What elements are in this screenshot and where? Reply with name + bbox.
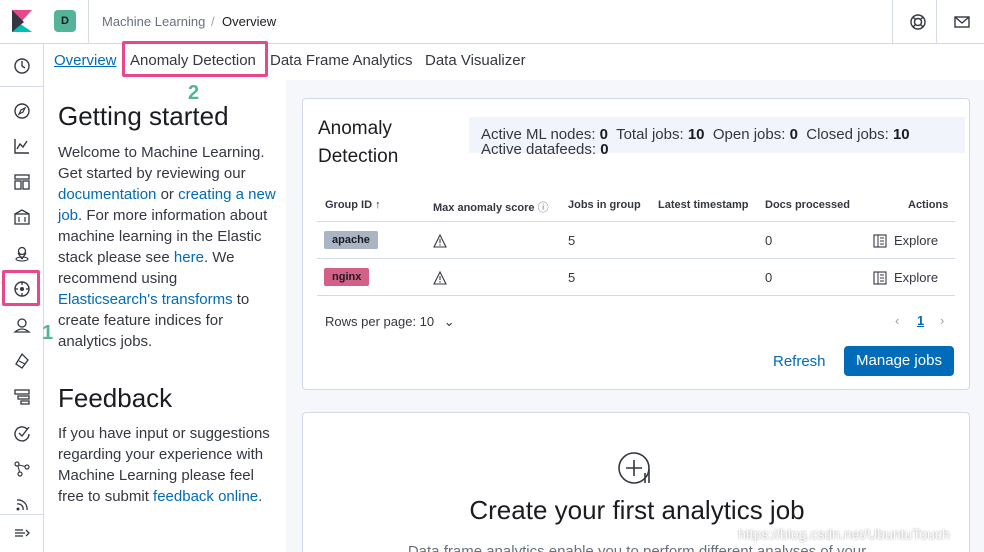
anomaly-panel-title: Anomaly Detection — [318, 118, 399, 167]
tab-overview[interactable]: Overview — [54, 52, 117, 69]
breadcrumb-machine-learning[interactable]: Machine Learning — [102, 14, 205, 29]
col-group-id-label: Group ID — [325, 199, 373, 211]
open-jobs-label: Open jobs: — [712, 126, 786, 143]
or-text: or — [160, 186, 174, 203]
tab-data-frame-analytics[interactable]: Data Frame Analytics — [270, 52, 413, 69]
documentation-link[interactable]: documentation — [58, 186, 156, 203]
nav-divider — [0, 86, 44, 87]
breadcrumb-overview: Overview — [222, 14, 277, 29]
infrastructure-icon[interactable] — [11, 314, 33, 336]
col-latest-timestamp: Latest timestamp — [658, 199, 749, 211]
rows-per-page-label: Rows per page: 10 — [325, 314, 435, 329]
closed-jobs-label: Closed jobs: — [806, 126, 889, 143]
col-max-anomaly-label: Max anomaly score — [433, 202, 535, 214]
analytics-empty-description: Data frame analytics enable you to perfo… — [407, 543, 867, 552]
manage-jobs-button[interactable]: Manage jobs — [844, 346, 954, 376]
left-column: Getting started Welcome to Machine Learn… — [44, 80, 286, 552]
nav-divider — [0, 514, 44, 515]
recent-icon[interactable] — [11, 55, 33, 77]
explore-action[interactable]: Explore — [894, 233, 938, 248]
maps-icon[interactable] — [11, 242, 33, 264]
breadcrumb-separator: / — [211, 14, 215, 29]
here-link[interactable]: here — [174, 249, 204, 266]
more-info-text: . For more information about machine lea… — [58, 207, 268, 266]
table-icon[interactable] — [873, 234, 887, 248]
watermark-text: https://blog.csdn.net/UbuntuTouch — [738, 526, 950, 542]
discover-icon[interactable] — [11, 100, 33, 122]
dashboard-icon[interactable] — [11, 171, 33, 193]
canvas-icon[interactable] — [11, 206, 33, 228]
anomaly-tab-highlight — [122, 41, 268, 77]
closed-jobs-value: 10 — [892, 126, 910, 143]
feedback-title: Feedback — [58, 383, 173, 413]
side-nav — [0, 44, 44, 552]
space-avatar[interactable]: D — [54, 10, 76, 32]
analytics-add-icon — [618, 452, 650, 484]
anomaly-detection-panel: Anomaly Detection Active ML nodes: 0 Tot… — [302, 98, 970, 390]
active-datafeeds-value: 0 — [600, 141, 609, 158]
warning-icon — [433, 234, 447, 248]
sort-arrow-up-icon: ↑ — [375, 199, 381, 211]
analytics-empty-title: Create your first analytics job — [469, 495, 805, 525]
rows-per-page-select[interactable]: Rows per page: 10 ⌄ — [325, 314, 455, 330]
help-icon[interactable] — [906, 10, 930, 34]
col-jobs-in-group: Jobs in group — [568, 199, 641, 211]
col-max-anomaly-score: Max anomaly score ⓘ — [433, 199, 549, 215]
group-badge-nginx: nginx — [324, 268, 370, 286]
table-header-divider — [317, 221, 955, 222]
next-page-chevron-icon[interactable]: › — [940, 313, 944, 328]
mail-icon[interactable] — [950, 10, 974, 34]
feedback-text: If you have input or suggestions regardi… — [58, 423, 280, 507]
feedback-link[interactable]: feedback online — [153, 488, 258, 505]
docs-processed-value: 0 — [765, 270, 773, 285]
getting-started-title: Getting started — [58, 101, 229, 131]
group-badge-apache: apache — [324, 231, 378, 249]
welcome-text: Welcome to Machine Learning. Get started… — [58, 144, 265, 182]
feedback-end: . — [258, 488, 263, 505]
col-actions: Actions — [908, 199, 949, 211]
table-row-divider — [317, 295, 955, 296]
jobs-in-group-value: 5 — [568, 270, 576, 285]
logs-icon[interactable] — [11, 350, 33, 372]
header-divider — [892, 0, 893, 44]
collapse-icon[interactable] — [11, 522, 33, 544]
kibana-logo[interactable] — [12, 10, 32, 32]
warning-icon — [433, 271, 447, 285]
visualize-icon[interactable] — [11, 135, 33, 157]
table-icon[interactable] — [873, 271, 887, 285]
tab-data-visualizer[interactable]: Data Visualizer — [425, 52, 526, 69]
chevron-down-icon: ⌄ — [443, 314, 455, 329]
uptime-icon[interactable] — [11, 422, 33, 444]
page-number-current[interactable]: 1 — [917, 313, 924, 328]
header-divider — [88, 0, 89, 44]
top-header: D Machine Learning / Overview — [0, 0, 984, 44]
prev-page-chevron-icon[interactable]: ‹ — [895, 313, 899, 328]
info-icon[interactable]: ⓘ — [538, 202, 549, 214]
graph-icon[interactable] — [11, 458, 33, 480]
total-jobs-value: 10 — [687, 126, 705, 143]
apm-icon[interactable] — [11, 386, 33, 408]
total-jobs-label: Total jobs: — [616, 126, 684, 143]
refresh-button[interactable]: Refresh — [773, 353, 826, 370]
getting-started-text: Welcome to Machine Learning. Get started… — [58, 142, 280, 352]
header-divider — [936, 0, 937, 44]
col-docs-processed: Docs processed — [765, 199, 850, 211]
jobs-in-group-value: 5 — [568, 233, 576, 248]
col-group-id[interactable]: Group ID ↑ — [325, 199, 381, 211]
ml-stats-bar: Active ML nodes: 0 Total jobs: 10 Open j… — [469, 117, 965, 157]
dev-tools-icon[interactable] — [11, 494, 33, 516]
explore-action[interactable]: Explore — [894, 270, 938, 285]
open-jobs-value: 0 — [789, 126, 798, 143]
table-row-divider — [317, 258, 955, 259]
docs-processed-value: 0 — [765, 233, 773, 248]
transforms-link[interactable]: Elasticsearch's transforms — [58, 291, 233, 308]
active-datafeeds-label: Active datafeeds: — [481, 141, 597, 158]
machine-learning-icon[interactable] — [11, 278, 33, 300]
